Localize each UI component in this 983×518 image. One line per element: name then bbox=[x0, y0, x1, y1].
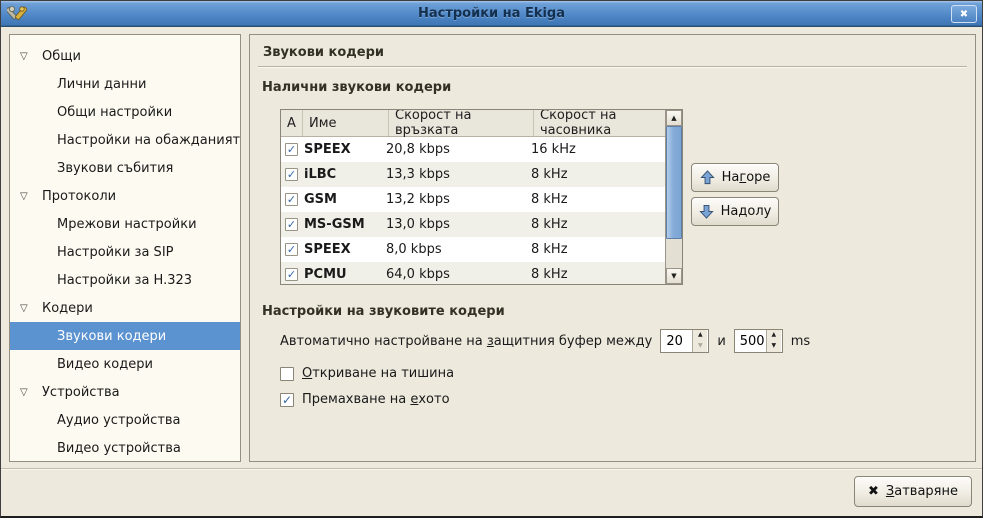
move-up-button[interactable]: Нагоре bbox=[691, 163, 779, 192]
check-icon: ✓ bbox=[282, 394, 292, 406]
jitter-max-spinner[interactable]: ▲▼ bbox=[766, 330, 781, 352]
codec-enabled-checkbox[interactable]: ✓ bbox=[285, 243, 298, 256]
check-icon: ✓ bbox=[287, 169, 296, 180]
check-icon: ✓ bbox=[287, 144, 296, 155]
title-separator bbox=[258, 66, 967, 68]
close-dialog-button[interactable]: ✖ Затваряне bbox=[854, 476, 972, 507]
sidebar-item-audio-codecs[interactable]: Звукови кодери bbox=[10, 322, 240, 350]
sidebar-item-general-settings[interactable]: Общи настройки bbox=[10, 98, 240, 126]
table-row[interactable]: ✓ iLBC 13,3 kbps 8 kHz bbox=[281, 162, 665, 187]
silence-detection-checkbox[interactable] bbox=[280, 367, 294, 381]
codec-enabled-checkbox[interactable]: ✓ bbox=[285, 143, 298, 156]
expander-icon[interactable]: ▽ bbox=[20, 191, 42, 202]
titlebar: Настройки на Ekiga ✖ bbox=[1, 1, 982, 27]
spin-up-icon[interactable]: ▲ bbox=[767, 330, 781, 341]
expander-icon[interactable]: ▽ bbox=[20, 51, 42, 62]
column-header-name[interactable]: Име bbox=[303, 110, 389, 136]
sections-tree: ▽ Общи Лични данни Общи настройки Настро… bbox=[9, 34, 241, 462]
codec-table-header: А Име Скорост на връзката Скорост на час… bbox=[281, 110, 665, 137]
spin-down-icon[interactable]: ▼ bbox=[767, 341, 781, 352]
check-icon: ✓ bbox=[287, 219, 296, 230]
jitter-max-input[interactable] bbox=[735, 330, 766, 352]
jitter-max-spinbox: ▲▼ bbox=[734, 329, 783, 353]
check-icon: ✓ bbox=[287, 194, 296, 205]
sidebar-group-protocols[interactable]: ▽ Протоколи bbox=[10, 182, 240, 210]
sidebar-group-general[interactable]: ▽ Общи bbox=[10, 42, 240, 70]
sidebar-group-codecs[interactable]: ▽ Кодери bbox=[10, 294, 240, 322]
jitter-conjunction-label: и bbox=[717, 334, 725, 349]
jitter-buffer-label: Автоматично настройване на защитния буфе… bbox=[280, 334, 652, 349]
arrow-up-icon bbox=[700, 170, 715, 185]
table-row[interactable]: ✓ MS-GSM 13,0 kbps 8 kHz bbox=[281, 212, 665, 237]
expander-icon[interactable]: ▽ bbox=[20, 303, 42, 314]
sidebar-item-audio-devices[interactable]: Аудио устройства bbox=[10, 406, 240, 434]
close-icon: ✖ bbox=[960, 9, 968, 20]
jitter-min-spinbox: ▲▼ bbox=[660, 329, 709, 353]
column-header-bitrate[interactable]: Скорост на връзката bbox=[389, 110, 534, 136]
jitter-unit-label: ms bbox=[791, 334, 810, 349]
scroll-up-icon: ▲ bbox=[671, 114, 676, 122]
preferences-window: Настройки на Ekiga ✖ ▽ Общи Лични данни … bbox=[0, 0, 983, 518]
sidebar-item-video-codecs[interactable]: Видео кодери bbox=[10, 350, 240, 378]
close-x-icon: ✖ bbox=[868, 484, 879, 499]
sidebar-item-network-settings[interactable]: Мрежови настройки bbox=[10, 210, 240, 238]
codec-settings-heading: Настройки на звуковите кодери bbox=[262, 304, 505, 319]
sidebar-item-video-devices[interactable]: Видео устройства bbox=[10, 434, 240, 462]
audio-codecs-panel: Звукови кодери Налични звукови кодери А … bbox=[249, 34, 976, 462]
window-close-button[interactable]: ✖ bbox=[951, 5, 977, 23]
move-down-button[interactable]: Надолу bbox=[691, 197, 779, 226]
table-row[interactable]: ✓ GSM 13,2 kbps 8 kHz bbox=[281, 187, 665, 212]
available-codecs-heading: Налични звукови кодери bbox=[262, 80, 451, 95]
table-row[interactable]: ✓ SPEEX 20,8 kbps 16 kHz bbox=[281, 137, 665, 162]
sidebar-item-call-options[interactable]: Настройки на обажданията bbox=[10, 126, 240, 154]
move-down-label: Надолу bbox=[721, 204, 772, 219]
spin-down-icon[interactable]: ▼ bbox=[693, 341, 707, 352]
silence-detection-label: Откриване на тишина bbox=[302, 366, 454, 381]
scroll-up-button[interactable]: ▲ bbox=[666, 110, 682, 126]
column-header-active[interactable]: А bbox=[281, 110, 303, 136]
codec-enabled-checkbox[interactable]: ✓ bbox=[285, 193, 298, 206]
sidebar-item-sip-settings[interactable]: Настройки за SIP bbox=[10, 238, 240, 266]
table-row[interactable]: ✓ PCMU 64,0 kbps 8 kHz bbox=[281, 262, 665, 285]
table-scrollbar[interactable]: ▲ ▼ bbox=[665, 110, 682, 284]
window-title: Настройки на Ekiga bbox=[1, 6, 982, 21]
scroll-down-button[interactable]: ▼ bbox=[666, 268, 682, 284]
column-header-clock[interactable]: Скорост на часовника bbox=[534, 110, 665, 136]
check-icon: ✓ bbox=[287, 244, 296, 255]
table-row[interactable]: ✓ SPEEX 8,0 kbps 8 kHz bbox=[281, 237, 665, 262]
codec-table-body: А Име Скорост на връзката Скорост на час… bbox=[281, 110, 665, 284]
scroll-down-icon: ▼ bbox=[671, 272, 676, 280]
scrollbar-thumb[interactable] bbox=[666, 126, 682, 239]
codec-enabled-checkbox[interactable]: ✓ bbox=[285, 268, 298, 281]
close-dialog-label: Затваряне bbox=[886, 484, 958, 499]
jitter-min-spinner[interactable]: ▲▼ bbox=[692, 330, 707, 352]
sidebar-item-sound-events[interactable]: Звукови събития bbox=[10, 154, 240, 182]
check-icon: ✓ bbox=[287, 269, 296, 280]
silence-detection-option[interactable]: Откриване на тишина bbox=[280, 366, 454, 381]
jitter-min-input[interactable] bbox=[661, 330, 692, 352]
footer-separator bbox=[1, 468, 982, 470]
codec-enabled-checkbox[interactable]: ✓ bbox=[285, 168, 298, 181]
codec-enabled-checkbox[interactable]: ✓ bbox=[285, 218, 298, 231]
echo-cancellation-option[interactable]: ✓ Премахване на ехото bbox=[280, 392, 450, 407]
echo-cancellation-label: Премахване на ехото bbox=[302, 392, 450, 407]
sidebar-item-personal-data[interactable]: Лични данни bbox=[10, 70, 240, 98]
jitter-buffer-row: Автоматично настройване на защитния буфе… bbox=[280, 328, 810, 354]
page-title: Звукови кодери bbox=[263, 45, 384, 60]
echo-cancellation-checkbox[interactable]: ✓ bbox=[280, 393, 294, 407]
arrow-down-icon bbox=[699, 204, 714, 219]
sidebar-group-devices[interactable]: ▽ Устройства bbox=[10, 378, 240, 406]
codec-table: А Име Скорост на връзката Скорост на час… bbox=[280, 109, 683, 285]
spin-up-icon[interactable]: ▲ bbox=[693, 330, 707, 341]
expander-icon[interactable]: ▽ bbox=[20, 387, 42, 398]
sidebar-item-h323-settings[interactable]: Настройки за H.323 bbox=[10, 266, 240, 294]
move-up-label: Нагоре bbox=[722, 170, 771, 185]
